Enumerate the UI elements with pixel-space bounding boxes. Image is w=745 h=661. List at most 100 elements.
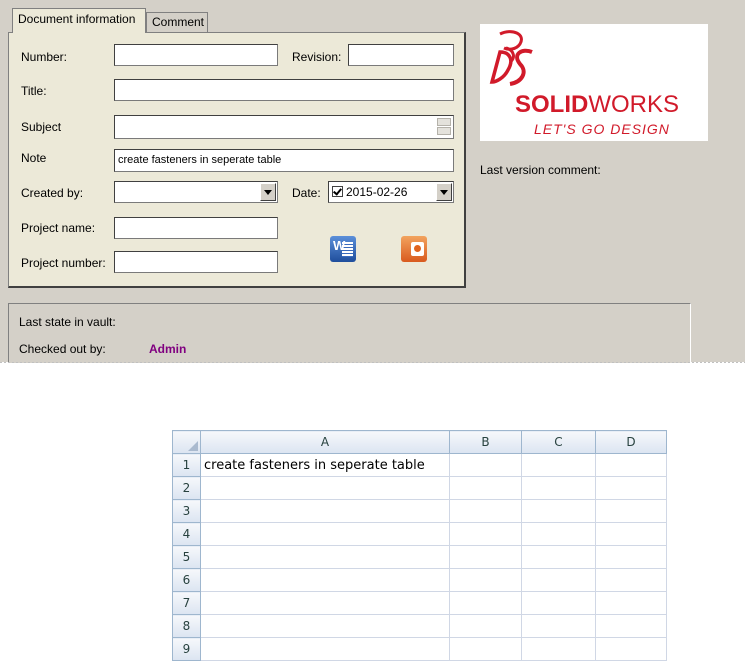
cell-d5[interactable] — [595, 545, 667, 569]
column-header-c[interactable]: C — [521, 430, 596, 454]
tab-document-information[interactable]: Document information — [12, 8, 146, 33]
cell-a7[interactable] — [200, 591, 450, 615]
column-header-d[interactable]: D — [595, 430, 667, 454]
created-by-dropdown[interactable] — [114, 181, 278, 203]
subject-field[interactable] — [114, 115, 454, 139]
cell-d6[interactable] — [595, 568, 667, 592]
cell-a3[interactable] — [200, 499, 450, 523]
select-all-corner[interactable] — [172, 430, 201, 454]
cell-a4[interactable] — [200, 522, 450, 546]
cell-c9[interactable] — [521, 637, 596, 661]
cell-a6[interactable] — [200, 568, 450, 592]
note-field[interactable]: create fasteners in seperate table — [114, 149, 454, 172]
cell-d1[interactable] — [595, 453, 667, 477]
table-row: 7 — [172, 591, 667, 615]
row-header[interactable]: 2 — [172, 476, 201, 500]
logo-tagline: LET'S GO DESIGN — [534, 121, 670, 137]
project-number-label: Project number: — [21, 256, 106, 270]
project-name-label: Project name: — [21, 221, 96, 235]
cell-a1[interactable]: create fasteners in seperate table — [200, 453, 450, 477]
document-card: Document information Comment Number: Rev… — [0, 0, 745, 363]
cell-b9[interactable] — [449, 637, 522, 661]
table-row: 2 — [172, 476, 667, 500]
cell-b5[interactable] — [449, 545, 522, 569]
date-checkbox[interactable] — [332, 186, 343, 198]
cell-d2[interactable] — [595, 476, 667, 500]
created-by-label: Created by: — [21, 186, 84, 200]
cell-d4[interactable] — [595, 522, 667, 546]
spreadsheet-grid: A B C D 1 create fasteners in seperate ta… — [172, 430, 667, 661]
date-label: Date: — [292, 186, 321, 200]
row-header[interactable]: 5 — [172, 545, 201, 569]
cell-c3[interactable] — [521, 499, 596, 523]
row-header[interactable]: 8 — [172, 614, 201, 638]
cell-a8[interactable] — [200, 614, 450, 638]
cell-d3[interactable] — [595, 499, 667, 523]
note-label: Note — [21, 151, 47, 165]
table-row: 9 — [172, 637, 667, 661]
cell-b8[interactable] — [449, 614, 522, 638]
cell-b1[interactable] — [449, 453, 522, 477]
checked-out-label: Checked out by: — [19, 342, 106, 356]
vault-info-box: Last state in vault: Checked out by: Adm… — [8, 303, 691, 363]
tab-comment[interactable]: Comment — [146, 12, 208, 32]
chevron-down-icon[interactable] — [436, 183, 452, 201]
column-header-a[interactable]: A — [200, 430, 450, 454]
table-row: 6 — [172, 568, 667, 592]
cell-c7[interactable] — [521, 591, 596, 615]
table-row: 1 create fasteners in seperate table — [172, 453, 667, 477]
row-header[interactable]: 9 — [172, 637, 201, 661]
row-header[interactable]: 7 — [172, 591, 201, 615]
table-row: 3 — [172, 499, 667, 523]
row-header[interactable]: 1 — [172, 453, 201, 477]
cell-a9[interactable] — [200, 637, 450, 661]
cell-c2[interactable] — [521, 476, 596, 500]
logo-works-text: WORKS — [588, 91, 680, 118]
row-header[interactable]: 3 — [172, 499, 201, 523]
cell-c1[interactable] — [521, 453, 596, 477]
table-row: 4 — [172, 522, 667, 546]
date-value: 2015-02-26 — [346, 185, 408, 199]
cell-a5[interactable] — [200, 545, 450, 569]
powerpoint-icon[interactable] — [401, 236, 427, 262]
cell-a2[interactable] — [200, 476, 450, 500]
row-header[interactable]: 6 — [172, 568, 201, 592]
number-field[interactable] — [114, 44, 278, 66]
cell-d7[interactable] — [595, 591, 667, 615]
checked-out-user: Admin — [149, 342, 187, 356]
cell-b7[interactable] — [449, 591, 522, 615]
title-field[interactable] — [114, 79, 454, 101]
ds-logo-icon — [489, 30, 533, 86]
divider — [0, 362, 745, 363]
cell-b3[interactable] — [449, 499, 522, 523]
title-label: Title: — [21, 84, 47, 98]
cell-b6[interactable] — [449, 568, 522, 592]
cell-b4[interactable] — [449, 522, 522, 546]
column-header-row: A B C D — [172, 430, 667, 454]
word-icon[interactable] — [330, 236, 356, 262]
document-information-panel: Number: Revision: Title: Subject Note cr… — [8, 32, 466, 288]
cell-d8[interactable] — [595, 614, 667, 638]
cell-c8[interactable] — [521, 614, 596, 638]
row-header[interactable]: 4 — [172, 522, 201, 546]
cell-c5[interactable] — [521, 545, 596, 569]
cell-c6[interactable] — [521, 568, 596, 592]
last-version-comment-label: Last version comment: — [480, 163, 601, 177]
cell-b2[interactable] — [449, 476, 522, 500]
revision-field[interactable] — [348, 44, 454, 66]
column-header-b[interactable]: B — [449, 430, 522, 454]
project-name-field[interactable] — [114, 217, 278, 239]
last-state-label: Last state in vault: — [19, 315, 116, 329]
subject-scrollbar[interactable] — [437, 118, 451, 135]
number-label: Number: — [21, 50, 68, 64]
table-row: 8 — [172, 614, 667, 638]
cell-c4[interactable] — [521, 522, 596, 546]
chevron-down-icon[interactable] — [260, 183, 276, 201]
date-picker[interactable]: 2015-02-26 — [328, 181, 454, 203]
logo-wordmark: SOLIDWORKS — [515, 91, 679, 119]
cell-d9[interactable] — [595, 637, 667, 661]
table-row: 5 — [172, 545, 667, 569]
solidworks-logo: SOLIDWORKS LET'S GO DESIGN — [480, 24, 708, 141]
project-number-field[interactable] — [114, 251, 278, 273]
revision-label: Revision: — [292, 50, 342, 64]
